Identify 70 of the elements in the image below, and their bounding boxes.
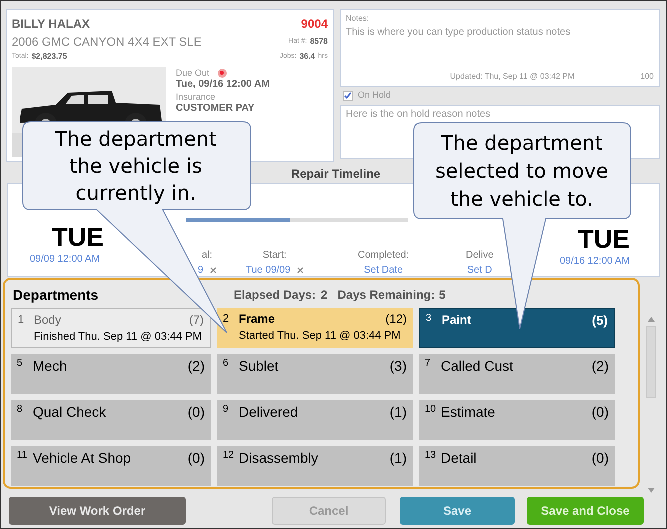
department-name: Mech <box>33 357 68 376</box>
remaining-value: 5 <box>439 287 446 304</box>
department-name: Frame <box>239 311 276 328</box>
department-status-text: Finished Thu. Sep 11 @ 03:44 PM <box>34 330 202 344</box>
stage-label: Delive <box>466 249 494 263</box>
on-hold-label: On Hold <box>358 89 392 102</box>
remaining-label: Days Remaining: <box>338 287 436 304</box>
department-status-text: Started Thu. Sep 11 @ 03:44 PM <box>239 329 401 343</box>
department-number: 10 <box>425 403 438 417</box>
end-date: 09/16 12:00 AM <box>560 255 630 269</box>
elapsed-label: Elapsed Days: <box>234 287 316 304</box>
department-count: (5) <box>592 312 608 330</box>
department-count: (2) <box>592 357 609 376</box>
hat-value: 8578 <box>310 36 328 48</box>
due-out-label: Due Out <box>176 67 210 79</box>
department-count: (0) <box>592 449 609 468</box>
department-number: 8 <box>17 403 24 417</box>
department-name: Sublet <box>239 357 279 376</box>
start-date: 09/09 12:00 AM <box>30 253 100 267</box>
notes-label: Notes: <box>346 13 370 25</box>
section-title: Repair Timeline <box>291 166 381 183</box>
customer-name: BILLY HALAX <box>12 16 90 33</box>
department-name: Delivered <box>239 403 298 422</box>
department-number: 7 <box>425 357 432 371</box>
department-name: Vehicle At Shop <box>33 449 132 468</box>
elapsed-value: 2 <box>321 287 328 304</box>
due-out-date: Tue, 09/16 12:00 AM <box>176 79 270 91</box>
end-day: TUE <box>578 226 630 252</box>
department-number: 9 <box>223 403 230 417</box>
department-count: (0) <box>188 403 205 422</box>
vehicle-name: 2006 GMC CANYON 4X4 EXT SLE <box>12 34 202 51</box>
updated-text: Updated: Thu, Sep 11 @ 03:42 PM <box>450 71 575 83</box>
department-number: 13 <box>425 449 438 463</box>
jobs-value: 36.4 <box>300 51 316 63</box>
department-name: Estimate <box>441 403 496 422</box>
department-count: (12) <box>386 311 407 328</box>
department-count: (1) <box>390 403 407 422</box>
department-number: 6 <box>223 357 230 371</box>
department-number: 12 <box>223 449 236 463</box>
department-number: 2 <box>223 312 230 327</box>
department-count: (1) <box>390 449 407 468</box>
departments-title: Departments <box>13 286 100 305</box>
department-count: (3) <box>390 357 407 376</box>
department-name: Paint <box>442 312 472 329</box>
department-number: 3 <box>426 312 433 326</box>
stage-label: al: <box>202 249 213 263</box>
department-name: Qual Check <box>33 403 106 422</box>
stage-label: Start: <box>262 249 287 263</box>
insurance-label: Insurance <box>176 91 217 103</box>
repair-order-number: 9004 <box>301 16 328 33</box>
insurance-value: CUSTOMER PAY <box>176 103 256 115</box>
department-name: Body <box>34 312 62 329</box>
start-day: TUE <box>52 224 104 250</box>
callout-tooltip-text: The department selected to move the vehicle to. <box>434 130 610 213</box>
hold-notes-text: Here is the on hold reason notes <box>346 109 491 120</box>
department-name: Called Cust <box>441 357 514 376</box>
department-number: 11 <box>17 449 28 463</box>
department-name: Detail <box>441 449 477 468</box>
character-count: 100 <box>640 71 654 83</box>
total-value: $2,823.75 <box>32 51 68 63</box>
department-count: (2) <box>188 357 205 376</box>
department-number: 5 <box>17 357 24 371</box>
department-number: 1 <box>18 313 26 328</box>
department-name: Disassembly <box>239 449 318 468</box>
stage-label: Completed: <box>358 249 410 263</box>
department-count: (0) <box>188 449 205 468</box>
department-count: (7) <box>189 312 204 329</box>
department-count: (0) <box>592 403 609 422</box>
notes-text: This is where you can type production status notes <box>346 26 572 40</box>
callout-tooltip-text: The department the vehicle is currently in. <box>54 126 218 207</box>
